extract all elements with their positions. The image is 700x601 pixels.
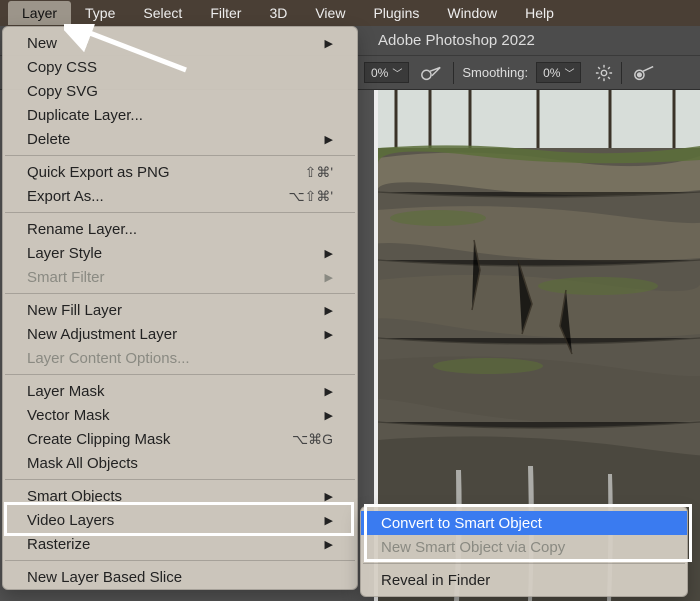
menu-item-label: Vector Mask [27, 407, 110, 424]
menu-item-label: Quick Export as PNG [27, 164, 170, 181]
submenu-arrow-icon: ▶ [325, 247, 333, 260]
separator [453, 62, 454, 84]
menubar: Layer Type Select Filter 3D View Plugins… [0, 0, 700, 26]
menu-item-new-fill-layer[interactable]: New Fill Layer ▶ [3, 298, 357, 322]
submenu-arrow-icon: ▶ [325, 271, 333, 284]
menu-separator [5, 155, 355, 156]
menu-separator [5, 293, 355, 294]
chevron-down-icon: ﹀ [564, 65, 574, 80]
submenu-item-label: New Smart Object via Copy [381, 539, 565, 556]
menu-item-label: Smart Objects [27, 488, 122, 505]
submenu-arrow-icon: ▶ [325, 37, 333, 50]
menu-item-duplicate-layer[interactable]: Duplicate Layer... [3, 103, 357, 127]
menu-item-label: Duplicate Layer... [27, 107, 143, 124]
menu-separator [363, 563, 685, 564]
menu-item-label: Mask All Objects [27, 455, 138, 472]
menu-item-delete[interactable]: Delete ▶ [3, 127, 357, 151]
menu-shortcut: ⌥⌘G [292, 431, 333, 448]
menu-shortcut: ⇧⌘' [305, 164, 333, 181]
submenu-item-label: Convert to Smart Object [381, 515, 542, 532]
menu-filter[interactable]: Filter [196, 1, 255, 25]
menu-item-label: Layer Content Options... [27, 350, 190, 367]
menu-help[interactable]: Help [511, 1, 568, 25]
menu-item-layer-mask[interactable]: Layer Mask ▶ [3, 379, 357, 403]
menu-item-create-clipping-mask[interactable]: Create Clipping Mask ⌥⌘G [3, 427, 357, 451]
menu-item-label: New Layer Based Slice [27, 569, 182, 586]
menu-separator [5, 560, 355, 561]
submenu-arrow-icon: ▶ [325, 385, 333, 398]
submenu-arrow-icon: ▶ [325, 538, 333, 551]
menu-shortcut: ⌥⇧⌘' [288, 188, 333, 205]
menu-item-label: Copy CSS [27, 59, 97, 76]
menu-item-layer-content-options: Layer Content Options... [3, 346, 357, 370]
menu-item-label: Layer Style [27, 245, 102, 262]
submenu-arrow-icon: ▶ [325, 133, 333, 146]
menu-item-new-layer-based-slice[interactable]: New Layer Based Slice [3, 565, 357, 589]
menu-item-video-layers[interactable]: Video Layers ▶ [3, 508, 357, 532]
menu-plugins[interactable]: Plugins [359, 1, 433, 25]
app-title: Adobe Photoshop 2022 [378, 32, 535, 49]
gear-icon[interactable] [595, 64, 613, 82]
submenu-item-convert-to-smart-object[interactable]: Convert to Smart Object [361, 511, 687, 535]
menu-item-mask-all-objects[interactable]: Mask All Objects [3, 451, 357, 475]
menu-view[interactable]: View [301, 1, 359, 25]
menu-separator [5, 374, 355, 375]
menu-item-label: Video Layers [27, 512, 114, 529]
submenu-arrow-icon: ▶ [325, 409, 333, 422]
smoothing-value: 0% [543, 66, 560, 80]
menu-window[interactable]: Window [433, 1, 511, 25]
submenu-item-label: Reveal in Finder [381, 572, 490, 589]
menu-item-label: Smart Filter [27, 269, 105, 286]
menu-item-smart-objects[interactable]: Smart Objects ▶ [3, 484, 357, 508]
submenu-arrow-icon: ▶ [325, 490, 333, 503]
menu-item-label: Create Clipping Mask [27, 431, 170, 448]
submenu-arrow-icon: ▶ [325, 514, 333, 527]
smoothing-dropdown[interactable]: 0% ﹀ [536, 62, 581, 83]
pressure-size-icon[interactable] [630, 62, 658, 84]
opacity-dropdown[interactable]: 0% ﹀ [364, 62, 409, 83]
menu-item-vector-mask[interactable]: Vector Mask ▶ [3, 403, 357, 427]
menu-item-new-adjustment-layer[interactable]: New Adjustment Layer ▶ [3, 322, 357, 346]
submenu-arrow-icon: ▶ [325, 328, 333, 341]
menu-item-label: Rename Layer... [27, 221, 137, 238]
menu-item-label: New Adjustment Layer [27, 326, 177, 343]
submenu-arrow-icon: ▶ [325, 304, 333, 317]
menu-3d[interactable]: 3D [255, 1, 301, 25]
menu-item-label: Delete [27, 131, 70, 148]
menu-item-smart-filter: Smart Filter ▶ [3, 265, 357, 289]
menu-item-new[interactable]: New ▶ [3, 31, 357, 55]
smoothing-label: Smoothing: [462, 65, 528, 80]
menu-item-quick-export-as-png[interactable]: Quick Export as PNG ⇧⌘' [3, 160, 357, 184]
menu-item-copy-css[interactable]: Copy CSS [3, 55, 357, 79]
menu-item-label: Layer Mask [27, 383, 105, 400]
chevron-down-icon: ﹀ [392, 65, 402, 80]
menu-select[interactable]: Select [129, 1, 196, 25]
menu-separator [5, 479, 355, 480]
pressure-opacity-icon[interactable] [417, 62, 445, 84]
layer-menu-dropdown: New ▶ Copy CSS Copy SVG Duplicate Layer... De… [2, 26, 358, 590]
menu-item-copy-svg[interactable]: Copy SVG [3, 79, 357, 103]
menu-layer[interactable]: Layer [8, 1, 71, 25]
menu-item-label: Rasterize [27, 536, 90, 553]
menu-item-layer-style[interactable]: Layer Style ▶ [3, 241, 357, 265]
menu-type[interactable]: Type [71, 1, 129, 25]
menu-item-label: Export As... [27, 188, 104, 205]
submenu-item-new-smart-object-via-copy: New Smart Object via Copy [361, 535, 687, 559]
separator [621, 62, 622, 84]
opacity-value: 0% [371, 66, 388, 80]
smart-objects-submenu: Convert to Smart Object New Smart Object … [360, 506, 688, 597]
menu-item-rename-layer[interactable]: Rename Layer... [3, 217, 357, 241]
menu-item-rasterize[interactable]: Rasterize ▶ [3, 532, 357, 556]
menu-item-label: New [27, 35, 57, 52]
menu-item-label: Copy SVG [27, 83, 98, 100]
submenu-item-reveal-in-finder[interactable]: Reveal in Finder [361, 568, 687, 592]
menu-separator [5, 212, 355, 213]
menu-item-label: New Fill Layer [27, 302, 122, 319]
menu-item-export-as[interactable]: Export As... ⌥⇧⌘' [3, 184, 357, 208]
